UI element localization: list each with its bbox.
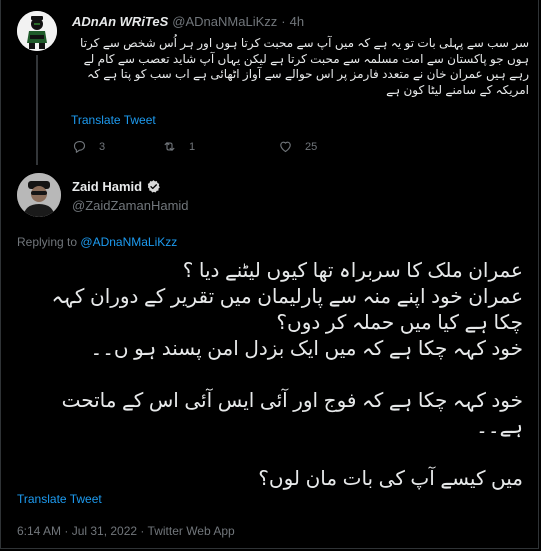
replying-to-handle[interactable]: @ADnaNMaLiKzz — [80, 235, 177, 249]
parent-display-name[interactable]: ADnAn WRiTeS — [72, 14, 168, 29]
parent-translate-link[interactable]: Translate Tweet — [71, 113, 156, 127]
parent-actions: 3 1 25 — [72, 139, 317, 154]
like-count: 25 — [305, 140, 318, 153]
parent-timestamp[interactable]: 4h — [290, 14, 304, 29]
verified-badge-icon — [147, 180, 160, 193]
thread-line — [36, 55, 38, 165]
main-display-name[interactable]: Zaid Hamid — [72, 179, 142, 194]
profile-photo-icon — [17, 173, 61, 217]
cartoon-avatar-icon — [17, 11, 57, 51]
tweet-line: میں کیسے آپ کی بات مان لوں؟ — [258, 468, 523, 490]
main-tweet-text: عمران ملک کا سربراہ تھا کیوں لیٹنے دیا ؟… — [17, 258, 523, 492]
main-avatar[interactable] — [17, 173, 61, 217]
heart-icon — [280, 141, 291, 153]
tweet-line: عمران ملک کا سربراہ تھا کیوں لیٹنے دیا ؟ — [182, 260, 523, 282]
parent-tweet-text: سر سب سے پہلی بات تو یہ ہے کہ میں آپ سے … — [80, 36, 529, 97]
parent-tweet[interactable]: ADnAn WRiTeS @ADnaNMaLiKzz · 4h سر سب سے… — [0, 0, 539, 165]
replying-prefix: Replying to — [17, 235, 78, 249]
main-display-name-row: Zaid Hamid — [72, 179, 161, 194]
reply-button[interactable]: 3 — [72, 139, 162, 154]
retweet-button[interactable]: 1 — [162, 139, 278, 154]
parent-handle[interactable]: @ADnaNMaLiKzz — [172, 14, 277, 29]
tweet-line: عمران خود اپنے منہ سے پارلیمان میں تقریر… — [51, 286, 523, 334]
tweet-line: خود کہہ چکا ہے کہ میں ایک بزدل امن پسند … — [90, 338, 523, 360]
tweet-line: خود کہہ چکا ہے کہ فوج اور آئی ایس آئی اس… — [61, 390, 523, 438]
separator-dot: · — [281, 14, 286, 29]
reply-count: 3 — [99, 140, 106, 153]
retweet-icon — [164, 142, 175, 151]
main-handle[interactable]: @ZaidZamanHamid — [72, 198, 189, 213]
reply-icon — [73, 140, 86, 153]
tweet-meta[interactable]: 6:14 AM · Jul 31, 2022 · Twitter Web App — [17, 524, 235, 538]
retweet-count: 1 — [189, 140, 196, 153]
main-translate-link[interactable]: Translate Tweet — [17, 492, 102, 506]
replying-to: Replying to @ADnaNMaLiKzz — [17, 235, 177, 249]
like-button[interactable]: 25 — [278, 139, 317, 154]
parent-header: ADnAn WRiTeS @ADnaNMaLiKzz · 4h — [72, 14, 304, 29]
parent-avatar[interactable] — [17, 11, 57, 51]
